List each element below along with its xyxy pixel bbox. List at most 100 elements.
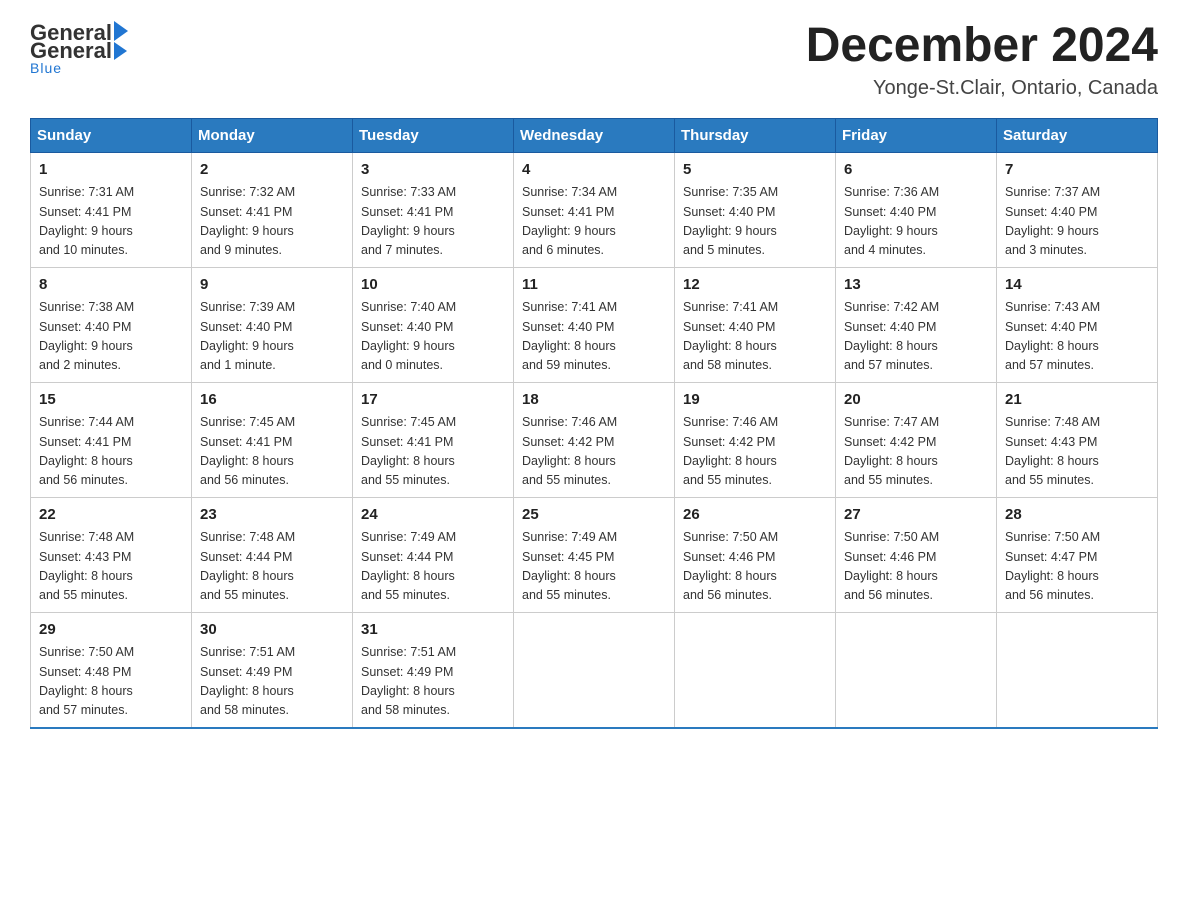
calendar-cell: 26Sunrise: 7:50 AM Sunset: 4:46 PM Dayli…	[675, 497, 836, 612]
day-number: 9	[200, 274, 344, 297]
day-info: Sunrise: 7:39 AM Sunset: 4:40 PM Dayligh…	[200, 298, 344, 376]
month-title: December 2024	[806, 20, 1158, 73]
calendar-cell: 11Sunrise: 7:41 AM Sunset: 4:40 PM Dayli…	[514, 267, 675, 382]
calendar-week-row: 29Sunrise: 7:50 AM Sunset: 4:48 PM Dayli…	[31, 612, 1158, 728]
day-info: Sunrise: 7:50 AM Sunset: 4:48 PM Dayligh…	[39, 643, 183, 721]
calendar-cell	[997, 612, 1158, 728]
day-number: 11	[522, 274, 666, 297]
header-thursday: Thursday	[675, 118, 836, 152]
calendar-cell	[514, 612, 675, 728]
day-number: 17	[361, 389, 505, 412]
calendar-cell: 23Sunrise: 7:48 AM Sunset: 4:44 PM Dayli…	[192, 497, 353, 612]
calendar-cell: 17Sunrise: 7:45 AM Sunset: 4:41 PM Dayli…	[353, 382, 514, 497]
day-info: Sunrise: 7:51 AM Sunset: 4:49 PM Dayligh…	[200, 643, 344, 721]
day-info: Sunrise: 7:41 AM Sunset: 4:40 PM Dayligh…	[522, 298, 666, 376]
day-number: 10	[361, 274, 505, 297]
day-info: Sunrise: 7:51 AM Sunset: 4:49 PM Dayligh…	[361, 643, 505, 721]
calendar-cell: 6Sunrise: 7:36 AM Sunset: 4:40 PM Daylig…	[836, 152, 997, 267]
day-number: 14	[1005, 274, 1149, 297]
day-info: Sunrise: 7:47 AM Sunset: 4:42 PM Dayligh…	[844, 413, 988, 491]
calendar-cell: 31Sunrise: 7:51 AM Sunset: 4:49 PM Dayli…	[353, 612, 514, 728]
day-info: Sunrise: 7:31 AM Sunset: 4:41 PM Dayligh…	[39, 183, 183, 261]
day-info: Sunrise: 7:49 AM Sunset: 4:44 PM Dayligh…	[361, 528, 505, 606]
calendar-cell: 16Sunrise: 7:45 AM Sunset: 4:41 PM Dayli…	[192, 382, 353, 497]
calendar-header-row: SundayMondayTuesdayWednesdayThursdayFrid…	[31, 118, 1158, 152]
day-info: Sunrise: 7:50 AM Sunset: 4:46 PM Dayligh…	[683, 528, 827, 606]
calendar-cell: 27Sunrise: 7:50 AM Sunset: 4:46 PM Dayli…	[836, 497, 997, 612]
day-info: Sunrise: 7:44 AM Sunset: 4:41 PM Dayligh…	[39, 413, 183, 491]
calendar-cell: 19Sunrise: 7:46 AM Sunset: 4:42 PM Dayli…	[675, 382, 836, 497]
day-number: 7	[1005, 159, 1149, 182]
day-number: 22	[39, 504, 183, 527]
page-header: General General Blue December 2024 Yonge…	[30, 20, 1158, 100]
day-number: 19	[683, 389, 827, 412]
calendar-cell: 21Sunrise: 7:48 AM Sunset: 4:43 PM Dayli…	[997, 382, 1158, 497]
calendar-cell: 13Sunrise: 7:42 AM Sunset: 4:40 PM Dayli…	[836, 267, 997, 382]
day-info: Sunrise: 7:45 AM Sunset: 4:41 PM Dayligh…	[361, 413, 505, 491]
day-info: Sunrise: 7:36 AM Sunset: 4:40 PM Dayligh…	[844, 183, 988, 261]
day-number: 26	[683, 504, 827, 527]
logo-triangle-icon	[114, 42, 127, 60]
day-number: 18	[522, 389, 666, 412]
day-info: Sunrise: 7:42 AM Sunset: 4:40 PM Dayligh…	[844, 298, 988, 376]
calendar-cell: 9Sunrise: 7:39 AM Sunset: 4:40 PM Daylig…	[192, 267, 353, 382]
calendar-week-row: 22Sunrise: 7:48 AM Sunset: 4:43 PM Dayli…	[31, 497, 1158, 612]
calendar-cell	[836, 612, 997, 728]
day-info: Sunrise: 7:32 AM Sunset: 4:41 PM Dayligh…	[200, 183, 344, 261]
calendar-table: SundayMondayTuesdayWednesdayThursdayFrid…	[30, 118, 1158, 729]
header-saturday: Saturday	[997, 118, 1158, 152]
day-info: Sunrise: 7:46 AM Sunset: 4:42 PM Dayligh…	[683, 413, 827, 491]
calendar-cell: 24Sunrise: 7:49 AM Sunset: 4:44 PM Dayli…	[353, 497, 514, 612]
header-monday: Monday	[192, 118, 353, 152]
day-number: 3	[361, 159, 505, 182]
calendar-cell: 28Sunrise: 7:50 AM Sunset: 4:47 PM Dayli…	[997, 497, 1158, 612]
calendar-cell: 3Sunrise: 7:33 AM Sunset: 4:41 PM Daylig…	[353, 152, 514, 267]
day-info: Sunrise: 7:34 AM Sunset: 4:41 PM Dayligh…	[522, 183, 666, 261]
day-info: Sunrise: 7:45 AM Sunset: 4:41 PM Dayligh…	[200, 413, 344, 491]
calendar-cell: 5Sunrise: 7:35 AM Sunset: 4:40 PM Daylig…	[675, 152, 836, 267]
logo-blue-text: Blue	[30, 60, 62, 76]
day-number: 6	[844, 159, 988, 182]
calendar-week-row: 8Sunrise: 7:38 AM Sunset: 4:40 PM Daylig…	[31, 267, 1158, 382]
day-number: 30	[200, 619, 344, 642]
day-info: Sunrise: 7:48 AM Sunset: 4:43 PM Dayligh…	[39, 528, 183, 606]
header-friday: Friday	[836, 118, 997, 152]
day-number: 16	[200, 389, 344, 412]
calendar-week-row: 1Sunrise: 7:31 AM Sunset: 4:41 PM Daylig…	[31, 152, 1158, 267]
calendar-cell: 8Sunrise: 7:38 AM Sunset: 4:40 PM Daylig…	[31, 267, 192, 382]
day-number: 29	[39, 619, 183, 642]
day-number: 24	[361, 504, 505, 527]
day-number: 13	[844, 274, 988, 297]
day-number: 1	[39, 159, 183, 182]
day-info: Sunrise: 7:37 AM Sunset: 4:40 PM Dayligh…	[1005, 183, 1149, 261]
day-number: 8	[39, 274, 183, 297]
calendar-cell: 18Sunrise: 7:46 AM Sunset: 4:42 PM Dayli…	[514, 382, 675, 497]
day-number: 5	[683, 159, 827, 182]
calendar-cell: 25Sunrise: 7:49 AM Sunset: 4:45 PM Dayli…	[514, 497, 675, 612]
day-info: Sunrise: 7:43 AM Sunset: 4:40 PM Dayligh…	[1005, 298, 1149, 376]
calendar-cell: 7Sunrise: 7:37 AM Sunset: 4:40 PM Daylig…	[997, 152, 1158, 267]
day-info: Sunrise: 7:48 AM Sunset: 4:44 PM Dayligh…	[200, 528, 344, 606]
title-block: December 2024 Yonge-St.Clair, Ontario, C…	[806, 20, 1158, 100]
day-number: 20	[844, 389, 988, 412]
day-number: 21	[1005, 389, 1149, 412]
day-info: Sunrise: 7:33 AM Sunset: 4:41 PM Dayligh…	[361, 183, 505, 261]
day-number: 2	[200, 159, 344, 182]
day-info: Sunrise: 7:38 AM Sunset: 4:40 PM Dayligh…	[39, 298, 183, 376]
day-info: Sunrise: 7:46 AM Sunset: 4:42 PM Dayligh…	[522, 413, 666, 491]
header-wednesday: Wednesday	[514, 118, 675, 152]
day-info: Sunrise: 7:50 AM Sunset: 4:47 PM Dayligh…	[1005, 528, 1149, 606]
header-sunday: Sunday	[31, 118, 192, 152]
day-info: Sunrise: 7:40 AM Sunset: 4:40 PM Dayligh…	[361, 298, 505, 376]
day-info: Sunrise: 7:48 AM Sunset: 4:43 PM Dayligh…	[1005, 413, 1149, 491]
day-number: 4	[522, 159, 666, 182]
day-info: Sunrise: 7:50 AM Sunset: 4:46 PM Dayligh…	[844, 528, 988, 606]
location: Yonge-St.Clair, Ontario, Canada	[806, 77, 1158, 100]
calendar-week-row: 15Sunrise: 7:44 AM Sunset: 4:41 PM Dayli…	[31, 382, 1158, 497]
calendar-cell: 22Sunrise: 7:48 AM Sunset: 4:43 PM Dayli…	[31, 497, 192, 612]
calendar-cell: 2Sunrise: 7:32 AM Sunset: 4:41 PM Daylig…	[192, 152, 353, 267]
calendar-cell: 30Sunrise: 7:51 AM Sunset: 4:49 PM Dayli…	[192, 612, 353, 728]
day-info: Sunrise: 7:49 AM Sunset: 4:45 PM Dayligh…	[522, 528, 666, 606]
calendar-cell: 14Sunrise: 7:43 AM Sunset: 4:40 PM Dayli…	[997, 267, 1158, 382]
day-number: 28	[1005, 504, 1149, 527]
